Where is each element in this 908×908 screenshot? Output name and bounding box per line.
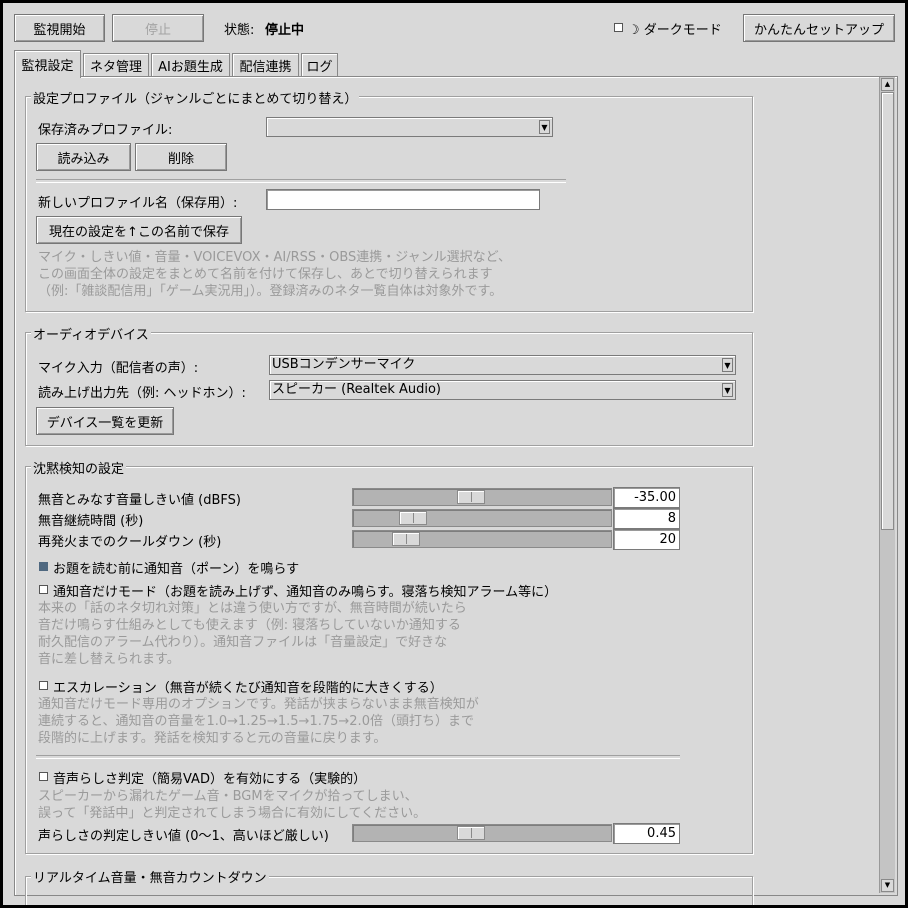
help-line: 音だけ鳴らす仕組みとしても使えます（例: 寝落ちしていないか通知する	[38, 618, 461, 633]
output-device-combobox[interactable]: スピーカー (Realtek Audio) ▼	[269, 380, 736, 400]
chevron-down-icon[interactable]: ▼	[722, 358, 733, 372]
tab-label: AIお題生成	[158, 60, 223, 75]
easy-setup-label: かんたんセットアップ	[753, 22, 884, 38]
output-device-value: スピーカー (Realtek Audio)	[272, 382, 442, 397]
chime-label[interactable]: お題を読む前に通知音（ポーン）を鳴らす	[53, 558, 299, 577]
refresh-devices-label: デバイス一覧を更新	[46, 415, 164, 431]
audio-frame-title: オーディオデバイス	[31, 324, 151, 343]
main-window: 監視開始 停止 状態: 停止中 ☽ ダークモード かんたんセットアップ 監視設定…	[3, 3, 905, 905]
vad-separator	[36, 755, 680, 759]
dark-mode-checkbox[interactable]	[614, 23, 623, 32]
help-line: マイク・しきい値・音量・VOICEVOX・AI/RSS・OBS連携・ジャンル選択…	[38, 250, 511, 265]
save-profile-button[interactable]: 現在の設定を↑この名前で保存	[36, 216, 242, 244]
slider-thumb[interactable]	[399, 511, 427, 525]
vad-label[interactable]: 音声らしさ判定（簡易VAD）を有効にする（実験的）	[53, 768, 366, 787]
save-profile-label: 現在の設定を↑この名前で保存	[49, 224, 229, 240]
help-line: スピーカーから漏れたゲーム音・BGMをマイクが拾ってしまい、	[38, 789, 418, 804]
output-device-label: 読み上げ出力先（例: ヘッドホン）:	[38, 386, 246, 401]
vad-threshold-label: 声らしさの判定しきい値 (0〜1、高いほど厳しい)	[38, 829, 329, 844]
scroll-up-icon[interactable]: ▲	[881, 78, 894, 91]
vad-help-text: スピーカーから漏れたゲーム音・BGMをマイクが拾ってしまい、 誤って「発話中」と…	[38, 788, 426, 822]
tab-ai-topic-generation[interactable]: AIお題生成	[151, 53, 230, 77]
mic-input-combobox[interactable]: USBコンデンサーマイク ▼	[269, 355, 736, 375]
cooldown-value-field[interactable]: 20	[613, 529, 680, 550]
escalation-help-text: 通知音だけモード専用のオプションです。発話が挟まらないまま無音検知が 連続すると…	[38, 696, 479, 747]
tab-monitor-settings[interactable]: 監視設定	[14, 50, 81, 78]
tab-label: ログ	[306, 60, 333, 75]
slider-thumb[interactable]	[457, 490, 485, 504]
help-line: 耐久配信のアラーム代わり）。通知音ファイルは「音量設定」で好きな	[38, 635, 448, 650]
stop-label: 停止	[144, 22, 171, 38]
dark-mode-label[interactable]: ☽ ダークモード	[628, 19, 722, 38]
help-line: （例:「雑談配信用」「ゲーム実況用」）。登録済みのネタ一覧自体は対象外です。	[38, 284, 503, 299]
silence-frame-title: 沈黙検知の設定	[31, 458, 127, 477]
load-profile-label: 読み込み	[57, 151, 110, 167]
delete-profile-label: 削除	[167, 151, 194, 167]
mic-input-value: USBコンデンサーマイク	[272, 357, 416, 372]
tab-label: 配信連携	[239, 60, 292, 75]
status-value: 停止中	[265, 23, 305, 38]
chime-checkbox[interactable]	[39, 562, 48, 571]
load-profile-button[interactable]: 読み込み	[36, 143, 131, 171]
help-line: 連続すると、通知音の音量を1.0→1.25→1.5→1.75→2.0倍（頭打ち）…	[38, 714, 474, 729]
threshold-slider[interactable]	[352, 488, 612, 506]
status-label: 状態:	[224, 23, 255, 38]
slider-thumb[interactable]	[457, 826, 485, 840]
duration-label: 無音継続時間 (秒)	[38, 514, 144, 529]
mic-input-label: マイク入力（配信者の声）:	[38, 361, 199, 376]
threshold-value-field[interactable]: -35.00	[613, 487, 680, 508]
profile-separator	[36, 179, 566, 183]
saved-profile-label: 保存済みプロファイル:	[38, 123, 173, 138]
cooldown-label: 再発火までのクールダウン (秒)	[38, 535, 222, 550]
help-line: 通知音だけモード専用のオプションです。発話が挟まらないまま無音検知が	[38, 697, 479, 712]
escalation-label[interactable]: エスカレーション（無音が続くたび通知音を段階的に大きくする）	[53, 677, 443, 696]
vad-threshold-slider[interactable]	[352, 824, 612, 842]
vad-checkbox[interactable]	[39, 772, 48, 781]
vad-threshold-value-field[interactable]: 0.45	[613, 823, 680, 844]
realtime-frame-title: リアルタイム音量・無音カウントダウン	[31, 867, 269, 886]
tab-stream-integration[interactable]: 配信連携	[232, 53, 299, 77]
notify-only-checkbox[interactable]	[39, 585, 48, 594]
tab-topic-management[interactable]: ネタ管理	[83, 53, 149, 77]
tab-log[interactable]: ログ	[301, 53, 338, 77]
cooldown-slider[interactable]	[352, 530, 612, 548]
help-line: 本来の「話のネタ切れ対策」とは違う使い方ですが、無音時間が続いたら	[38, 601, 467, 616]
duration-value-field[interactable]: 8	[613, 508, 680, 529]
help-line: 誤って「発話中」と判定されてしまう場合に有効にしてください。	[38, 806, 427, 821]
new-profile-name-input[interactable]	[266, 189, 540, 210]
escalation-checkbox[interactable]	[39, 681, 48, 690]
tab-label: 監視設定	[21, 59, 74, 74]
refresh-devices-button[interactable]: デバイス一覧を更新	[36, 407, 174, 435]
scrollbar-thumb[interactable]	[881, 92, 894, 530]
new-profile-name-label: 新しいプロファイル名（保存用）:	[38, 196, 238, 211]
profile-help-text: マイク・しきい値・音量・VOICEVOX・AI/RSS・OBS連携・ジャンル選択…	[38, 249, 511, 300]
tab-label: ネタ管理	[89, 60, 142, 75]
help-line: 音に差し替えられます。	[38, 652, 180, 667]
chevron-down-icon[interactable]: ▼	[722, 383, 733, 397]
notify-only-help-text: 本来の「話のネタ切れ対策」とは違う使い方ですが、無音時間が続いたら 音だけ鳴らす…	[38, 600, 467, 668]
profile-frame-title: 設定プロファイル（ジャンルごとにまとめて切り替え）	[31, 88, 360, 107]
vertical-scrollbar[interactable]: ▲ ▼	[879, 77, 895, 893]
notify-only-label[interactable]: 通知音だけモード（お題を読み上げず、通知音のみ鳴らす。寝落ち検知アラーム等に）	[53, 581, 557, 600]
slider-thumb[interactable]	[392, 532, 420, 546]
start-monitoring-label: 監視開始	[33, 22, 86, 38]
chevron-down-icon[interactable]: ▼	[539, 120, 550, 134]
help-line: 段階的に上げます。発話を検知すると元の音量に戻ります。	[38, 731, 387, 746]
saved-profile-combobox[interactable]: ▼	[266, 117, 553, 137]
easy-setup-button[interactable]: かんたんセットアップ	[743, 14, 895, 42]
stop-button[interactable]: 停止	[112, 14, 204, 42]
threshold-label: 無音とみなす音量しきい値 (dBFS)	[38, 493, 241, 508]
scroll-down-icon[interactable]: ▼	[881, 879, 894, 892]
delete-profile-button[interactable]: 削除	[135, 143, 227, 171]
duration-slider[interactable]	[352, 509, 612, 527]
help-line: この画面全体の設定をまとめて名前を付けて保存し、あとで切り替えられます	[38, 267, 493, 282]
start-monitoring-button[interactable]: 監視開始	[14, 14, 105, 42]
